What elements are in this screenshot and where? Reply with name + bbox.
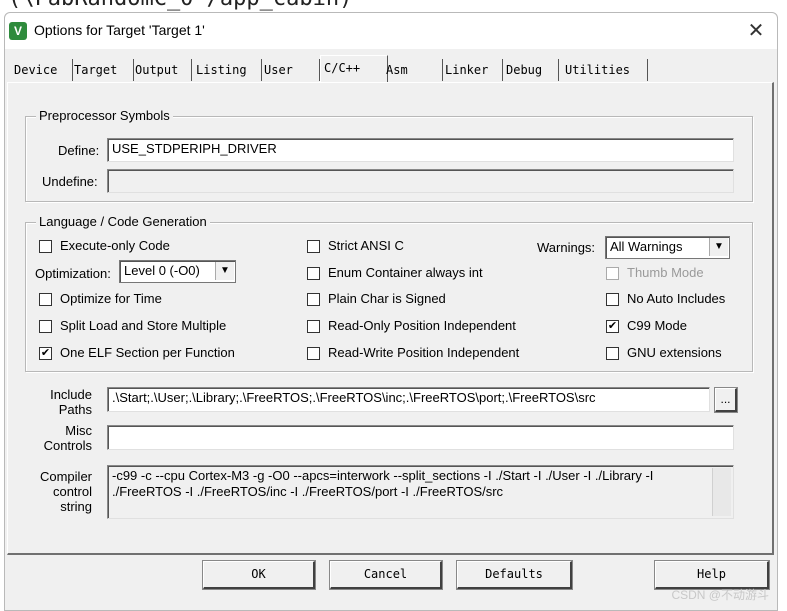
- tab-asm[interactable]: Asm: [383, 59, 443, 81]
- plain-char-signed-checkbox[interactable]: [307, 293, 320, 306]
- no-auto-includes-checkbox[interactable]: [606, 293, 619, 306]
- tab-user[interactable]: User: [261, 59, 320, 81]
- c99-mode-label: C99 Mode: [627, 318, 687, 333]
- enum-container-checkbox[interactable]: [307, 267, 320, 280]
- help-button[interactable]: Help: [654, 560, 770, 590]
- title-bar: V Options for Target 'Target 1' ✕: [5, 13, 777, 49]
- tab-cc[interactable]: C/C++: [320, 55, 388, 83]
- undefine-label: Undefine:: [42, 174, 98, 189]
- optimize-time-label: Optimize for Time: [60, 291, 162, 306]
- optimization-select[interactable]: Level 0 (-O0) ▼: [119, 260, 236, 283]
- compiler-label-line-3: string: [60, 499, 92, 514]
- warnings-select[interactable]: All Warnings ▼: [605, 236, 730, 259]
- tab-linker[interactable]: Linker: [442, 59, 503, 81]
- thumb-mode-label: Thumb Mode: [627, 265, 704, 280]
- one-elf-section-checkbox[interactable]: ✔: [39, 347, 52, 360]
- compiler-control-string[interactable]: -c99 -c --cpu Cortex-M3 -g -O0 --apcs=in…: [107, 465, 734, 519]
- tab-listing[interactable]: Listing: [193, 59, 262, 81]
- csdn-watermark: CSDN @不动游斗: [671, 588, 769, 602]
- define-label: Define:: [58, 143, 100, 158]
- cancel-button[interactable]: Cancel: [329, 560, 443, 590]
- keil-app-icon: V: [9, 22, 27, 40]
- misc-controls-input[interactable]: [107, 425, 734, 450]
- checkmark-icon: ✔: [607, 320, 618, 332]
- preprocessor-group-label: Preprocessor Symbols: [36, 108, 173, 123]
- gnu-extensions-label: GNU extensions: [627, 345, 722, 360]
- ro-position-independent-label: Read-Only Position Independent: [328, 318, 516, 333]
- optimization-value: Level 0 (-O0): [124, 263, 200, 278]
- include-paths-input[interactable]: .\Start;.\User;.\Library;.\FreeRTOS;.\Fr…: [107, 387, 710, 412]
- tab-output[interactable]: Output: [132, 59, 192, 81]
- tab-utilities[interactable]: Utilities: [562, 59, 648, 81]
- split-load-store-checkbox[interactable]: [39, 320, 52, 333]
- rw-position-independent-label: Read-Write Position Independent: [328, 345, 520, 360]
- c99-mode-checkbox[interactable]: ✔: [606, 320, 619, 333]
- compiler-label-line-1: Compiler: [39, 469, 92, 484]
- warnings-value: All Warnings: [610, 239, 683, 254]
- window-title: Options for Target 'Target 1': [34, 22, 205, 38]
- tab-debug[interactable]: Debug: [503, 59, 559, 81]
- misc-controls-label: Misc Controls: [28, 423, 92, 453]
- rw-position-independent-checkbox[interactable]: [307, 347, 320, 360]
- gnu-extensions-checkbox[interactable]: [606, 347, 619, 360]
- no-auto-includes-label: No Auto Includes: [627, 291, 726, 306]
- compiler-string-line-2: ./FreeRTOS -I ./FreeRTOS/inc -I ./FreeRT…: [112, 484, 504, 499]
- include-paths-label: Include Paths: [28, 387, 92, 417]
- defaults-button[interactable]: Defaults: [456, 560, 573, 590]
- split-load-store-label: Split Load and Store Multiple: [60, 318, 227, 333]
- one-elf-section-label: One ELF Section per Function: [60, 345, 235, 360]
- ok-button[interactable]: OK: [202, 560, 316, 590]
- background-window-text: (\FabRandomC_0'/app_cabin): [8, 0, 352, 11]
- language-group-label: Language / Code Generation: [36, 214, 210, 229]
- options-dialog: V Options for Target 'Target 1' ✕ Device…: [4, 12, 778, 611]
- thumb-mode-checkbox: [606, 267, 619, 280]
- chevron-down-icon[interactable]: ▼: [709, 238, 728, 256]
- define-input[interactable]: USE_STDPERIPH_DRIVER: [107, 138, 734, 162]
- compiler-scrollbar[interactable]: [712, 468, 731, 516]
- strict-ansi-label: Strict ANSI C: [328, 238, 404, 253]
- warnings-label: Warnings:: [537, 240, 596, 255]
- ro-position-independent-checkbox[interactable]: [307, 320, 320, 333]
- optimize-time-checkbox[interactable]: [39, 293, 52, 306]
- plain-char-signed-label: Plain Char is Signed: [328, 291, 446, 306]
- chevron-down-icon[interactable]: ▼: [215, 262, 234, 280]
- compiler-string-line-1: -c99 -c --cpu Cortex-M3 -g -O0 --apcs=in…: [112, 468, 654, 483]
- optimization-label: Optimization:: [35, 266, 111, 281]
- compiler-label-line-2: control: [52, 484, 92, 499]
- compiler-control-label: Compiler control string: [28, 469, 92, 514]
- browse-include-button[interactable]: ...: [714, 387, 738, 413]
- checkmark-icon: ✔: [40, 347, 51, 359]
- close-icon[interactable]: ✕: [743, 19, 769, 43]
- include-label-line-2: Paths: [58, 402, 92, 417]
- tab-device[interactable]: Device: [11, 59, 73, 81]
- undefine-input[interactable]: [107, 169, 734, 193]
- strict-ansi-checkbox[interactable]: [307, 240, 320, 253]
- execute-only-checkbox[interactable]: [39, 240, 52, 253]
- tab-target[interactable]: Target: [71, 59, 134, 81]
- include-label-line-1: Include: [50, 387, 92, 402]
- execute-only-label: Execute-only Code: [60, 238, 170, 253]
- misc-label-line-1: Misc: [65, 423, 92, 438]
- cc-options-panel: Preprocessor Symbols Define: USE_STDPERI…: [7, 82, 774, 555]
- misc-label-line-2: Controls: [43, 438, 92, 453]
- enum-container-label: Enum Container always int: [328, 265, 483, 280]
